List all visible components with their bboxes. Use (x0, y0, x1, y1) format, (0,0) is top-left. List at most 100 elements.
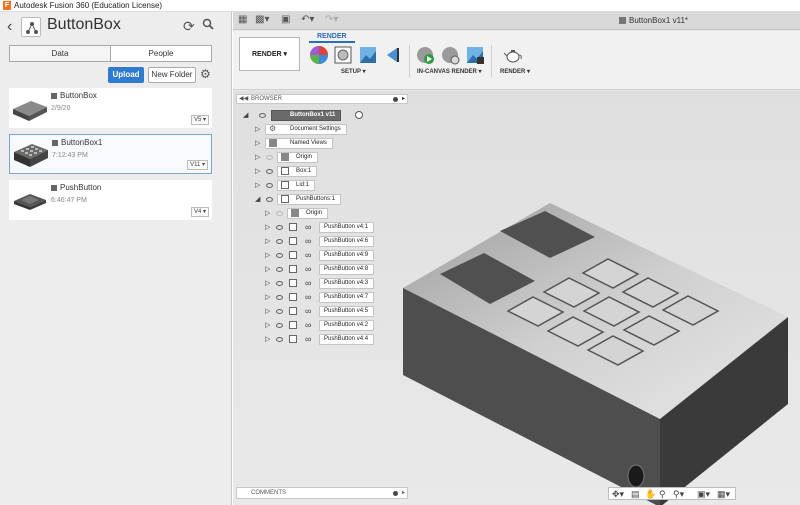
in-canvas-render-settings-icon[interactable] (440, 45, 460, 65)
visibility-eye-icon[interactable] (276, 253, 283, 258)
node-label[interactable]: PushButton v4:8 (319, 264, 375, 275)
main-area: ▦ ▩▾ ▣ ↶▾ ↷▾ ButtonBox1 v11* RENDER ▾ RE… (233, 12, 800, 505)
node-label[interactable]: PushButton v4:6 (319, 236, 375, 247)
version-dropdown[interactable]: V11 ▾ (187, 160, 208, 170)
visibility-eye-icon[interactable] (276, 225, 283, 230)
search-icon[interactable] (202, 18, 214, 33)
visibility-eye-icon[interactable] (276, 309, 283, 314)
redo-icon[interactable]: ↷▾ (325, 14, 338, 25)
undo-icon[interactable]: ↶▾ (301, 14, 314, 25)
expand-triangle-icon[interactable]: ▷ (255, 181, 260, 190)
comments-panel[interactable]: COMMENTS ▸ (236, 487, 408, 499)
workspace-switcher[interactable]: RENDER ▾ (239, 37, 300, 71)
expand-triangle-icon[interactable]: ▷ (265, 209, 270, 218)
component-icon (289, 307, 297, 315)
texture-map-icon[interactable] (358, 45, 378, 65)
zoom-icon[interactable]: ⚲ (659, 489, 666, 500)
root-label[interactable]: ButtonBox1 v11 (271, 110, 342, 121)
visibility-eye-icon[interactable] (276, 295, 283, 300)
expand-triangle-icon[interactable]: ▷ (265, 307, 270, 316)
orbit-icon[interactable]: ✥▾ (612, 489, 624, 500)
fit-icon[interactable]: ⚲▾ (673, 489, 684, 500)
pan-icon[interactable]: ✋ (645, 489, 656, 500)
collapse-icon[interactable]: ◀◀ (239, 95, 248, 104)
expand-triangle-icon[interactable]: ▷ (265, 293, 270, 302)
button-box-model[interactable] (398, 191, 798, 505)
collapse-triangle-icon[interactable]: ◢ (243, 111, 248, 120)
visibility-eye-icon[interactable] (276, 281, 283, 286)
pin-icon[interactable] (393, 491, 398, 496)
appearance-icon[interactable] (309, 45, 329, 65)
render-group-label[interactable]: RENDER ▾ (500, 68, 530, 75)
gear-icon[interactable]: ⚙ (200, 67, 211, 81)
expand-triangle-icon[interactable]: ▷ (255, 139, 260, 148)
tab-data[interactable]: Data (10, 46, 111, 61)
file-item-pushbutton[interactable]: PushButton 6:46:47 PM V4 ▾ (9, 180, 212, 220)
expand-triangle-icon[interactable]: ▷ (265, 279, 270, 288)
upload-button[interactable]: Upload (108, 67, 144, 83)
expand-triangle-icon[interactable]: ▷ (265, 265, 270, 274)
in-canvas-render-group-label[interactable]: IN-CANVAS RENDER ▾ (417, 68, 482, 75)
data-panel-header: ‹ ButtonBox ⟳ (0, 12, 232, 42)
visibility-eye-icon[interactable] (276, 267, 283, 272)
new-folder-button[interactable]: New Folder (148, 67, 196, 83)
visibility-eye-icon[interactable] (266, 155, 273, 160)
setup-group-label[interactable]: SETUP ▾ (341, 68, 366, 75)
chevron-left-icon[interactable]: ‹ (7, 18, 12, 36)
decal-icon[interactable] (383, 45, 403, 65)
node-label[interactable]: PushButton v4:2 (319, 320, 375, 331)
browser-panel-header[interactable]: ◀◀ BROWSER ▸ (236, 94, 408, 104)
visibility-eye-icon[interactable] (266, 183, 273, 188)
node-label[interactable]: PushButton v4:3 (319, 278, 375, 289)
node-label[interactable]: PushButton v4:7 (319, 292, 375, 303)
collapse-triangle-icon[interactable]: ◢ (255, 195, 260, 204)
expand-triangle-icon[interactable]: ▷ (265, 335, 270, 344)
visibility-eye-icon[interactable] (276, 211, 283, 216)
expand-triangle-icon[interactable]: ▷ (255, 153, 260, 162)
visibility-eye-icon[interactable] (276, 323, 283, 328)
pin-icon[interactable] (393, 97, 398, 102)
more-icon[interactable]: ▸ (402, 95, 405, 104)
component-icon (289, 237, 297, 245)
node-label[interactable]: Document Settings (265, 124, 347, 135)
link-icon: ∞ (305, 292, 312, 302)
in-canvas-render-icon[interactable] (415, 45, 435, 65)
node-label[interactable]: PushButton v4:4 (319, 334, 375, 345)
visibility-eye-icon[interactable] (266, 169, 273, 174)
look-at-icon[interactable]: ▤ (631, 489, 640, 500)
node-label[interactable]: PushButton v4:9 (319, 250, 375, 261)
expand-triangle-icon[interactable]: ▷ (255, 125, 260, 134)
expand-triangle-icon[interactable]: ▷ (265, 237, 270, 246)
link-icon: ∞ (305, 236, 312, 246)
refresh-icon[interactable]: ⟳ (183, 18, 195, 35)
version-dropdown[interactable]: V4 ▾ (190, 207, 209, 217)
visibility-eye-icon[interactable] (276, 337, 283, 342)
tab-people[interactable]: People (111, 46, 211, 61)
file-item-buttonbox1[interactable]: ButtonBox1 7:12:43 PM V11 ▾ (9, 134, 212, 174)
expand-triangle-icon[interactable]: ▷ (265, 321, 270, 330)
window-title: Autodesk Fusion 360 (Education License) (14, 1, 163, 10)
node-label[interactable]: PushButton v4:5 (319, 306, 375, 317)
file-menu-icon[interactable]: ▩▾ (255, 14, 269, 25)
file-item-buttonbox[interactable]: ButtonBox 2/9/20 V5 ▾ (9, 88, 212, 128)
render-teapot-icon[interactable] (503, 45, 523, 65)
visibility-eye-icon[interactable] (276, 239, 283, 244)
grid-settings-icon[interactable]: ▦▾ (717, 489, 730, 500)
more-icon[interactable]: ▸ (402, 488, 405, 498)
component-icon (289, 265, 297, 273)
visibility-eye-icon[interactable] (266, 197, 273, 202)
data-panel-toggle-icon[interactable]: ▦ (238, 14, 247, 25)
expand-triangle-icon[interactable]: ▷ (265, 223, 270, 232)
version-dropdown[interactable]: V5 ▾ (190, 115, 209, 125)
scene-settings-icon[interactable] (333, 45, 353, 65)
tab-render[interactable]: RENDER (309, 33, 355, 43)
visibility-eye-icon[interactable] (259, 113, 266, 118)
component-icon (289, 335, 297, 343)
expand-triangle-icon[interactable]: ▷ (255, 167, 260, 176)
display-settings-icon[interactable]: ▣▾ (697, 489, 710, 500)
activate-radio-icon[interactable] (355, 111, 363, 119)
save-icon[interactable]: ▣ (281, 14, 290, 25)
node-label[interactable]: PushButton v4:1 (319, 222, 375, 233)
expand-triangle-icon[interactable]: ▷ (265, 251, 270, 260)
capture-image-icon[interactable] (465, 45, 485, 65)
